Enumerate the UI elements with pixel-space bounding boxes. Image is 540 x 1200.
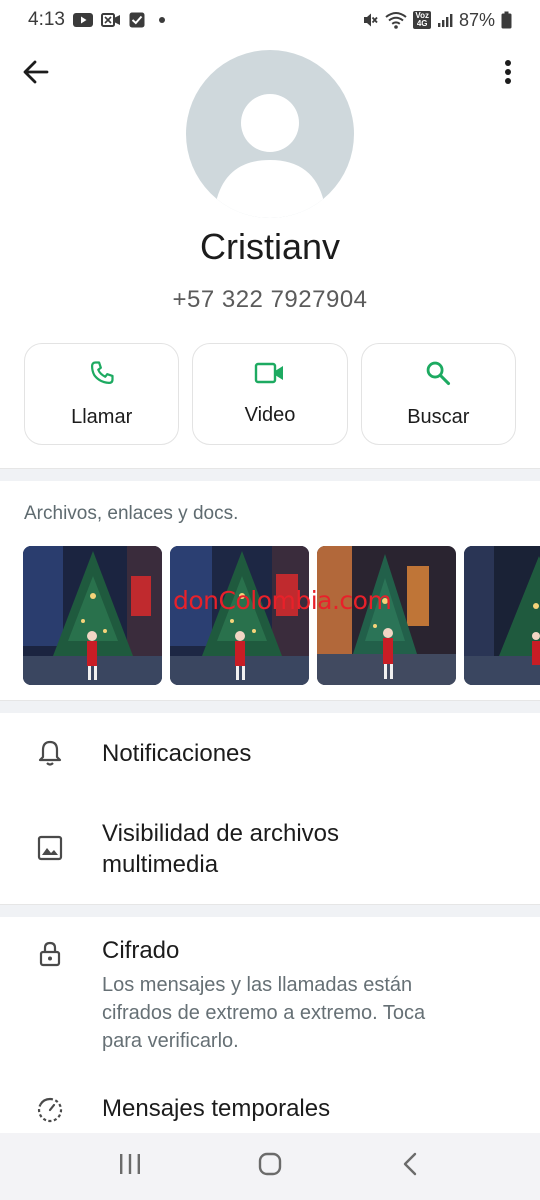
encryption-title: Cifrado	[102, 937, 180, 964]
section-divider	[0, 904, 540, 917]
search-icon	[424, 359, 452, 392]
encryption-description-2: cifrados de extremo a extremo. Toca	[102, 1002, 426, 1024]
meet-icon	[100, 12, 121, 28]
volte-icon: Voz 4G	[413, 11, 431, 29]
search-label: Buscar	[407, 406, 470, 428]
encryption-description-1: Los mensajes y las llamadas están	[102, 974, 413, 996]
contact-phone: +57 322 7927904	[172, 286, 368, 313]
section-divider	[0, 700, 540, 713]
media-visibility-label-2: multimedia	[102, 851, 219, 878]
chevron-left-icon	[402, 1152, 418, 1181]
disappearing-messages-row[interactable]: Mensajes temporales	[0, 1080, 540, 1133]
contact-name: Cristianv	[199, 226, 341, 267]
timer-icon	[30, 1090, 70, 1130]
more-options-button[interactable]	[490, 54, 526, 94]
video-icon	[254, 361, 286, 390]
dot-icon	[158, 17, 165, 23]
bell-icon	[30, 733, 70, 773]
recents-icon	[118, 1153, 142, 1180]
media-thumbnail[interactable]	[464, 546, 540, 685]
battery-icon	[501, 11, 512, 29]
notifications-row[interactable]: Notificaciones	[0, 713, 540, 795]
search-button[interactable]: Buscar	[360, 343, 516, 445]
system-nav-bar	[0, 1133, 540, 1200]
section-divider	[0, 468, 540, 481]
arrow-left-icon	[23, 60, 49, 89]
status-time: 4:13	[28, 9, 65, 30]
home-button[interactable]	[240, 1142, 300, 1192]
back-button[interactable]	[16, 54, 56, 94]
media-visibility-row[interactable]: Visibilidad de archivos multimedia	[0, 805, 540, 895]
call-label: Llamar	[71, 406, 133, 428]
watermark-text: donColombia.com	[173, 586, 392, 615]
media-thumbnail[interactable]	[170, 546, 309, 685]
mute-icon	[361, 11, 379, 29]
media-thumbnail[interactable]	[23, 546, 162, 685]
signal-icon	[437, 12, 453, 28]
phone-icon	[88, 359, 116, 392]
encryption-row[interactable]: Cifrado Los mensajes y las llamadas está…	[0, 917, 540, 1067]
person-icon	[216, 94, 324, 218]
back-nav-button[interactable]	[380, 1142, 440, 1192]
media-visibility-label-1: Visibilidad de archivos	[102, 820, 340, 847]
image-icon	[30, 828, 70, 868]
video-button[interactable]: Video	[192, 343, 348, 445]
notifications-label: Notificaciones	[102, 740, 252, 767]
home-icon	[258, 1152, 282, 1181]
avatar[interactable]	[186, 50, 354, 218]
encryption-description-3: para verificarlo.	[102, 1030, 239, 1052]
volte-text-bottom: 4G	[416, 19, 428, 28]
status-bar: 4:13 Voz 4G 87%	[0, 0, 540, 40]
media-thumbnail[interactable]	[317, 546, 456, 685]
media-section-title[interactable]: Archivos, enlaces y docs.	[24, 503, 238, 525]
recent-apps-button[interactable]	[100, 1142, 160, 1192]
video-label: Video	[244, 404, 296, 426]
wifi-icon	[385, 11, 407, 29]
disappearing-messages-label: Mensajes temporales	[102, 1095, 331, 1122]
youtube-icon	[72, 12, 93, 28]
media-strip[interactable]: donColombia.com	[23, 546, 540, 686]
battery-percent: 87%	[458, 9, 495, 30]
action-buttons: Llamar Video Buscar	[24, 343, 516, 445]
check-icon	[129, 12, 145, 28]
lock-icon	[30, 934, 70, 974]
more-vert-icon	[504, 59, 512, 90]
call-button[interactable]: Llamar	[24, 343, 180, 445]
